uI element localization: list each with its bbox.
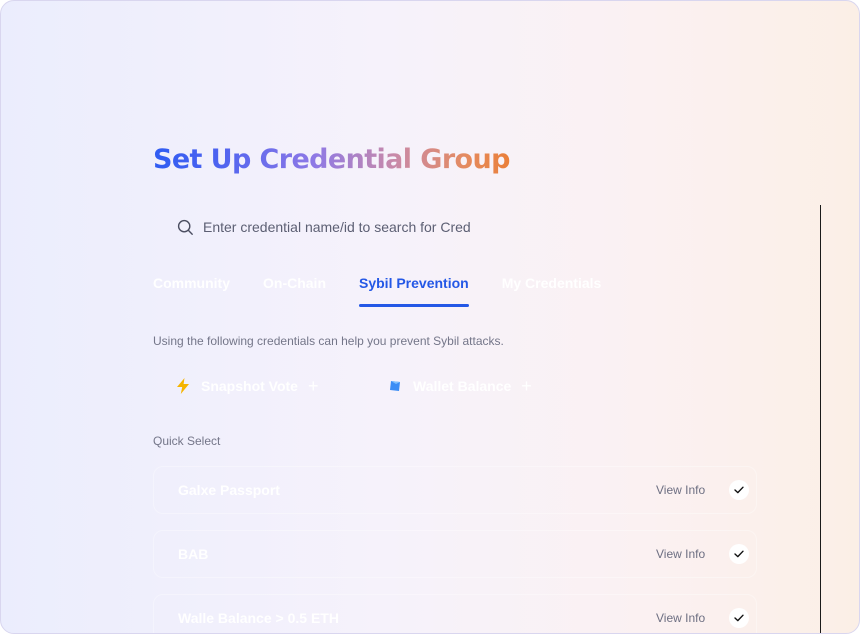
checkbox-checked[interactable] [729,480,749,500]
search-input[interactable] [203,219,723,235]
tab-community[interactable]: Community [153,269,230,307]
add-icon[interactable]: + [521,377,532,395]
checkbox-checked[interactable] [729,608,749,628]
category-tabs: Community On-Chain Sybil Prevention My C… [153,269,634,309]
credential-group-panel: Set Up Credential Group Community On-Cha… [0,0,860,634]
cube-icon [387,378,403,394]
suggested-credential-wallet-balance[interactable]: Wallet Balance + [365,369,555,403]
quick-select-row[interactable]: Galxe Passport View Info [153,466,757,514]
credential-name: Galxe Passport [178,482,280,498]
tab-my-credentials[interactable]: My Credentials [502,269,602,307]
view-info-link[interactable]: View Info [656,547,705,561]
page-title: Set Up Credential Group [153,141,510,179]
quick-select-heading: Quick Select [153,434,221,448]
sybil-description: Using the following credentials can help… [153,334,504,348]
suggested-credential-snapshot-vote[interactable]: Snapshot Vote + [153,369,343,403]
check-icon [734,550,744,558]
chip-label: Snapshot Vote [201,378,298,394]
checkbox-checked[interactable] [729,544,749,564]
lightning-icon [175,378,191,394]
credential-name: BAB [178,546,209,562]
add-icon[interactable]: + [308,377,319,395]
quick-select-row[interactable]: Walle Balance > 0.5 ETH View Info [153,594,757,633]
search-icon [177,219,194,236]
quick-select-row[interactable]: BAB View Info [153,530,757,578]
view-info-link[interactable]: View Info [656,483,705,497]
credential-name: Walle Balance > 0.5 ETH [178,610,339,626]
check-icon [734,614,744,622]
scroll-divider [820,205,821,633]
view-info-link[interactable]: View Info [656,611,705,625]
check-icon [734,486,744,494]
search-bar[interactable] [153,205,753,249]
tab-on-chain[interactable]: On-Chain [263,269,326,307]
tab-sybil-prevention[interactable]: Sybil Prevention [359,269,469,307]
chip-label: Wallet Balance [413,378,512,394]
